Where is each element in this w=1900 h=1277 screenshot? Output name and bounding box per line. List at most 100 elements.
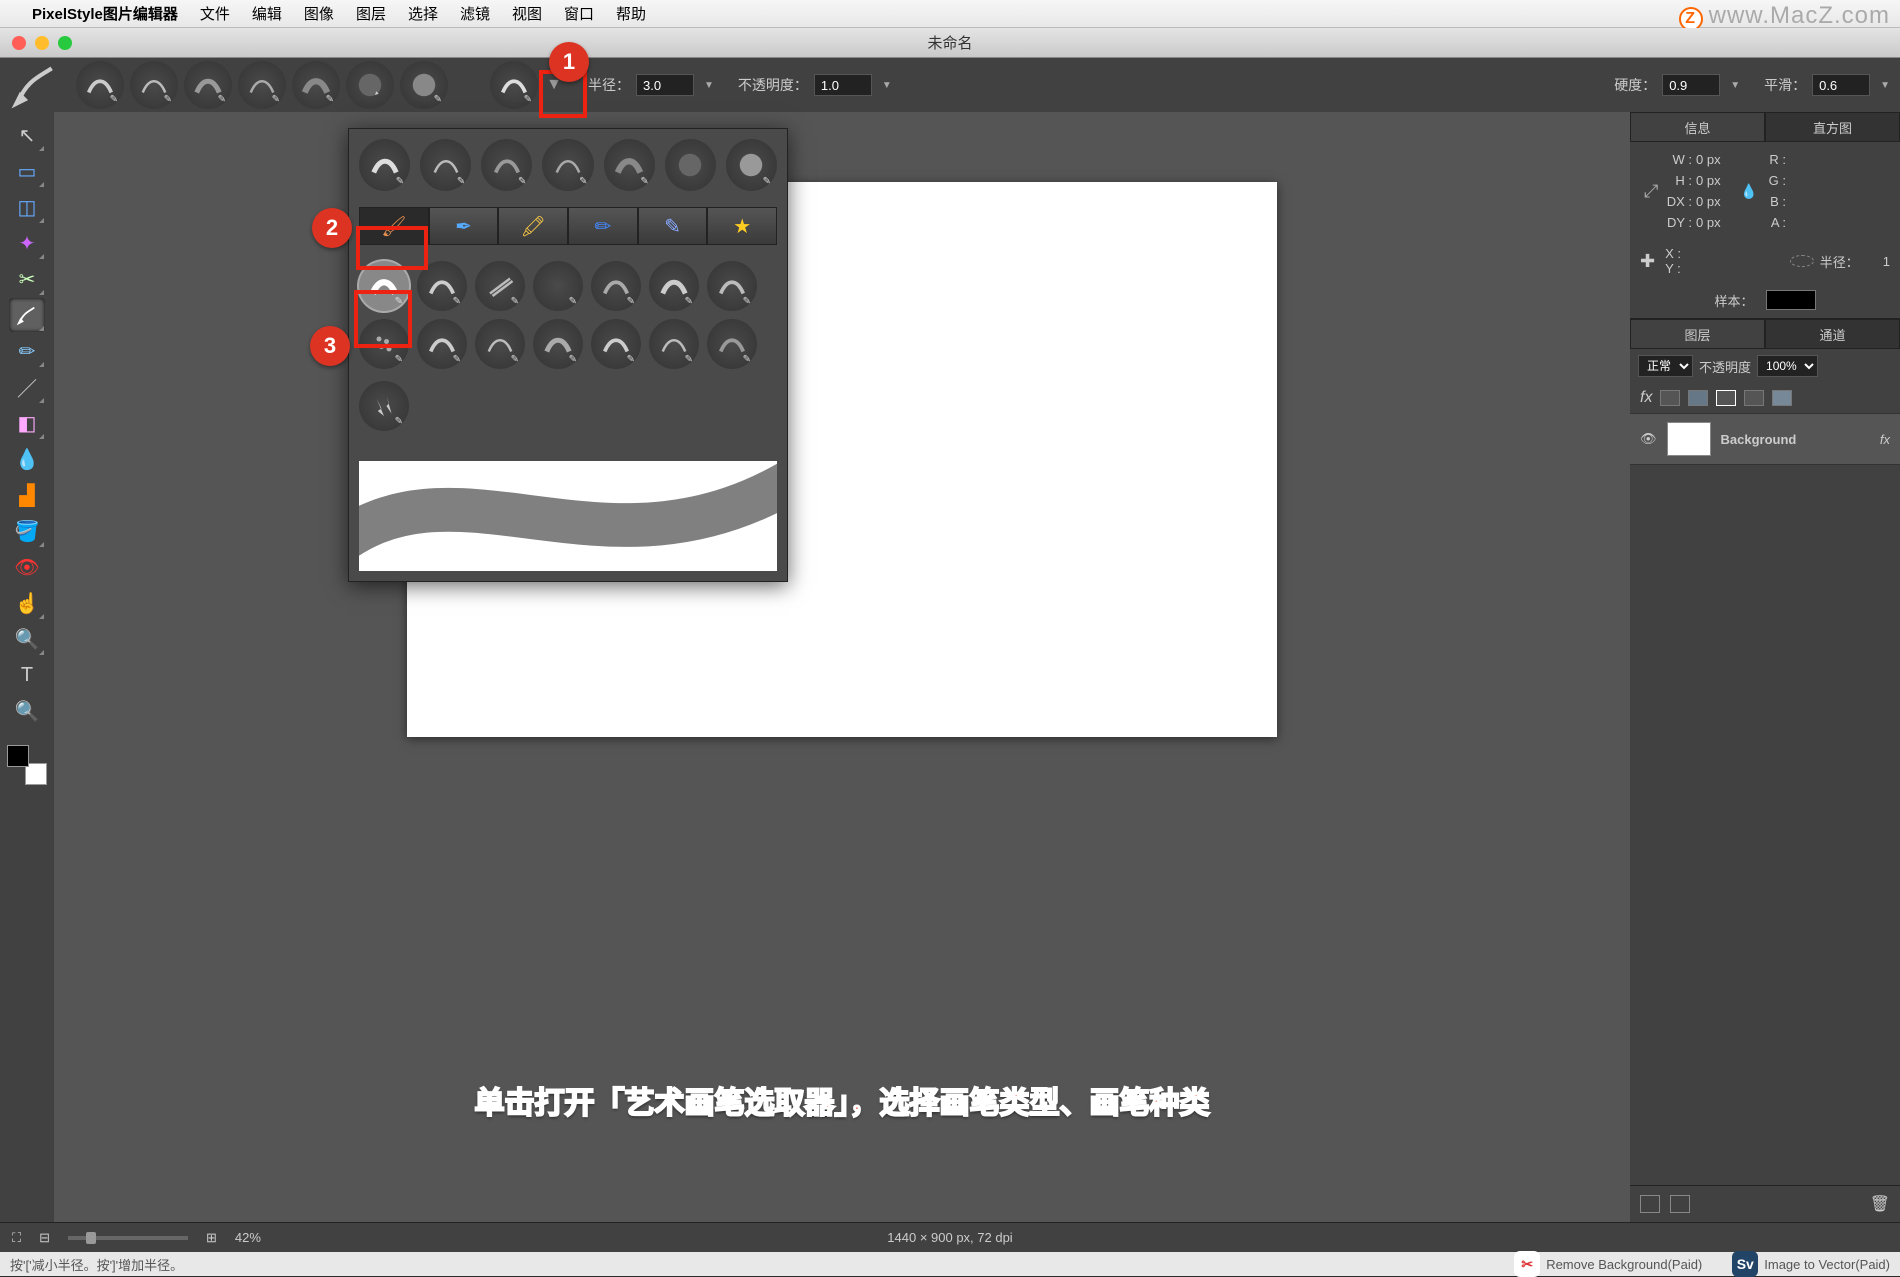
brush-category-marker[interactable]: 🖍 [498, 207, 568, 245]
duplicate-layer-button[interactable] [1670, 1195, 1690, 1213]
brush-preset-4[interactable]: ✎ [238, 61, 286, 109]
opacity-input[interactable] [814, 74, 872, 96]
color-swatches[interactable] [7, 745, 47, 785]
smooth-input[interactable] [1812, 74, 1870, 96]
brush-item-6[interactable]: ✎ [649, 261, 699, 311]
menu-file[interactable]: 文件 [200, 3, 230, 24]
brush-preset-3[interactable]: ✎ [184, 61, 232, 109]
menu-help[interactable]: 帮助 [616, 3, 646, 24]
text-tool[interactable]: T [9, 658, 45, 692]
brush-tool[interactable] [9, 298, 45, 332]
new-layer-button[interactable] [1640, 1195, 1660, 1213]
brush-preset-current[interactable]: ✎ [490, 61, 538, 109]
canvas-area: 单击打开「艺术画笔选取器」，选择画笔类型、画笔种类 [54, 112, 1630, 1222]
foreground-color-swatch[interactable] [7, 745, 29, 767]
popup-preset-3[interactable]: ✎ [481, 139, 532, 191]
popup-preset-6[interactable] [665, 139, 716, 191]
brush-item-10[interactable]: ✎ [475, 319, 525, 369]
img-to-vector-app[interactable]: Sv Image to Vector(Paid) [1732, 1251, 1890, 1277]
brush-preset-7[interactable]: ✎ [400, 61, 448, 109]
crop-tool[interactable]: ✂ [9, 262, 45, 296]
remove-bg-app[interactable]: ✂ Remove Background(Paid) [1514, 1251, 1702, 1277]
tab-channels[interactable]: 通道 [1765, 319, 1900, 349]
menu-layer[interactable]: 图层 [356, 3, 386, 24]
brush-item-4[interactable]: ✎ [533, 261, 583, 311]
tab-info[interactable]: 信息 [1630, 112, 1765, 142]
brush-preset-2[interactable]: ✎ [130, 61, 178, 109]
radius-icon [1790, 255, 1814, 267]
brush-item-14[interactable]: ✎ [707, 319, 757, 369]
menu-filter[interactable]: 滤镜 [460, 3, 490, 24]
delete-layer-button[interactable]: 🗑 [1870, 1194, 1890, 1214]
hardness-stepper[interactable]: ▼ [1730, 80, 1740, 91]
window-maximize-button[interactable] [58, 36, 72, 50]
radius-input[interactable] [636, 74, 694, 96]
brush-item-15[interactable]: ✎ [359, 381, 409, 431]
popup-preset-2[interactable]: ✎ [420, 139, 471, 191]
brush-category-crayon[interactable]: ✏ [568, 207, 638, 245]
brush-item-7[interactable]: ✎ [707, 261, 757, 311]
bucket-tool[interactable]: 🪣 [9, 514, 45, 548]
popup-preset-1[interactable]: ✎ [359, 139, 410, 191]
window-minimize-button[interactable] [35, 36, 49, 50]
brush-preset-6[interactable] [346, 61, 394, 109]
fx-label[interactable]: fx [1640, 389, 1652, 407]
plus-icon[interactable]: ✚ [1640, 251, 1655, 272]
finger-tool[interactable]: ☝ [9, 586, 45, 620]
zoom-out-icon[interactable]: ⊟ [39, 1230, 50, 1246]
popup-preset-7[interactable]: ✎ [726, 139, 777, 191]
zoom-tool[interactable]: 🔍 [9, 694, 45, 728]
app-name[interactable]: PixelStyle图片编辑器 [32, 3, 178, 24]
opacity-stepper[interactable]: ▼ [882, 80, 892, 91]
menu-select[interactable]: 选择 [408, 3, 438, 24]
menu-image[interactable]: 图像 [304, 3, 334, 24]
search-tool[interactable]: 🔍 [9, 622, 45, 656]
transform-tool[interactable]: ◫ [9, 190, 45, 224]
brush-item-11[interactable]: ✎ [533, 319, 583, 369]
stamp-tool[interactable]: ▟ [9, 478, 45, 512]
popup-preset-4[interactable]: ✎ [542, 139, 593, 191]
popup-preset-5[interactable]: ✎ [604, 139, 655, 191]
fx-slot-4[interactable] [1744, 390, 1764, 406]
fx-slot-3[interactable] [1716, 390, 1736, 406]
pencil-tool[interactable]: ✏ [9, 334, 45, 368]
layer-fx-icon[interactable]: fx [1880, 432, 1890, 447]
smooth-stepper[interactable]: ▼ [1880, 80, 1890, 91]
radius-stepper[interactable]: ▼ [704, 80, 714, 91]
menu-window[interactable]: 窗口 [564, 3, 594, 24]
tab-layers[interactable]: 图层 [1630, 319, 1765, 349]
blend-mode-select[interactable]: 正常 [1638, 355, 1693, 377]
brush-item-9[interactable]: ✎ [417, 319, 467, 369]
sample-swatch[interactable] [1766, 290, 1816, 310]
brush-item-5[interactable]: ✎ [591, 261, 641, 311]
hardness-input[interactable] [1662, 74, 1720, 96]
eraser-tool[interactable]: ◧ [9, 406, 45, 440]
brush-category-pencil[interactable]: ✎ [638, 207, 708, 245]
move-tool[interactable]: ↖ [9, 118, 45, 152]
brush-preset-5[interactable]: ✎ [292, 61, 340, 109]
redeye-tool[interactable]: 👁 [9, 550, 45, 584]
brush-item-3[interactable]: ✎ [475, 261, 525, 311]
layer-thumbnail [1667, 422, 1711, 456]
fx-slot-5[interactable] [1772, 390, 1792, 406]
menu-edit[interactable]: 编辑 [252, 3, 282, 24]
brush-preset-1[interactable]: ✎ [76, 61, 124, 109]
tab-histogram[interactable]: 直方图 [1765, 112, 1900, 142]
layer-row[interactable]: 👁 Background fx [1630, 413, 1900, 465]
fx-slot-2[interactable] [1688, 390, 1708, 406]
menu-view[interactable]: 视图 [512, 3, 542, 24]
brush-category-star[interactable]: ★ [707, 207, 777, 245]
wand-tool[interactable]: ✦ [9, 226, 45, 260]
fx-slot-1[interactable] [1660, 390, 1680, 406]
line-tool[interactable]: ／ [9, 370, 45, 404]
eyedropper-tool[interactable]: 💧 [9, 442, 45, 476]
fit-screen-icon[interactable]: ⛶ [12, 1230, 21, 1246]
zoom-in-icon[interactable]: ⊞ [206, 1230, 217, 1246]
brush-category-pen[interactable]: ✒ [429, 207, 499, 245]
brush-item-12[interactable]: ✎ [591, 319, 641, 369]
marquee-tool[interactable]: ▭ [9, 154, 45, 188]
visibility-icon[interactable]: 👁 [1640, 431, 1657, 447]
layer-opacity-select[interactable]: 100% [1757, 355, 1818, 377]
brush-item-13[interactable]: ✎ [649, 319, 699, 369]
window-close-button[interactable] [12, 36, 26, 50]
